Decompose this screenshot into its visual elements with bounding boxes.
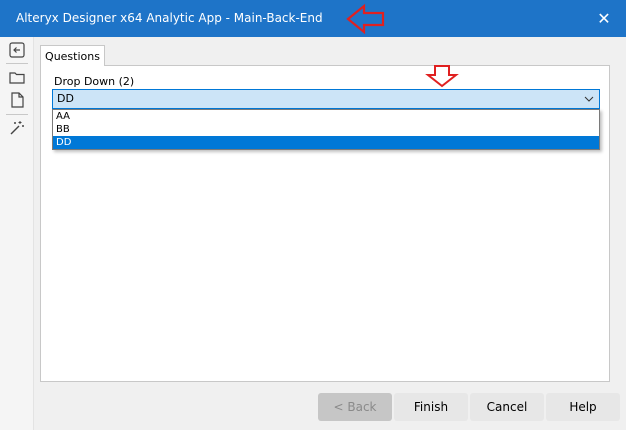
dropdown-selected-value: DD [57, 92, 74, 105]
sidebar-separator [6, 63, 28, 64]
finish-button[interactable]: Finish [394, 393, 468, 421]
dropdown-options-list: AA BB DD [52, 109, 600, 150]
chevron-down-icon [584, 96, 594, 102]
annotation-arrow-down-icon [425, 65, 459, 88]
magic-wand-icon[interactable] [8, 119, 26, 137]
dropdown-label: Drop Down (2) [54, 75, 135, 88]
title-bar: Alteryx Designer x64 Analytic App - Main… [0, 0, 626, 37]
sidebar-separator [6, 114, 28, 115]
cancel-button[interactable]: Cancel [470, 393, 544, 421]
folder-icon[interactable] [8, 68, 26, 86]
sidebar [0, 37, 34, 430]
analytic-app-window: Alteryx Designer x64 Analytic App - Main… [0, 0, 626, 430]
tab-questions[interactable]: Questions [40, 45, 105, 66]
help-button[interactable]: Help [546, 393, 620, 421]
back-button[interactable]: < Back [318, 393, 392, 421]
document-icon[interactable] [8, 91, 26, 109]
dropdown-option-aa[interactable]: AA [53, 110, 599, 123]
back-arrow-icon[interactable] [8, 41, 26, 59]
annotation-arrow-left-icon [346, 3, 385, 35]
dropdown-option-dd[interactable]: DD [53, 136, 599, 149]
window-title: Alteryx Designer x64 Analytic App - Main… [16, 11, 323, 25]
dropdown-option-bb[interactable]: BB [53, 123, 599, 136]
close-button[interactable]: ✕ [592, 7, 616, 31]
dropdown-select[interactable]: DD [52, 89, 600, 109]
